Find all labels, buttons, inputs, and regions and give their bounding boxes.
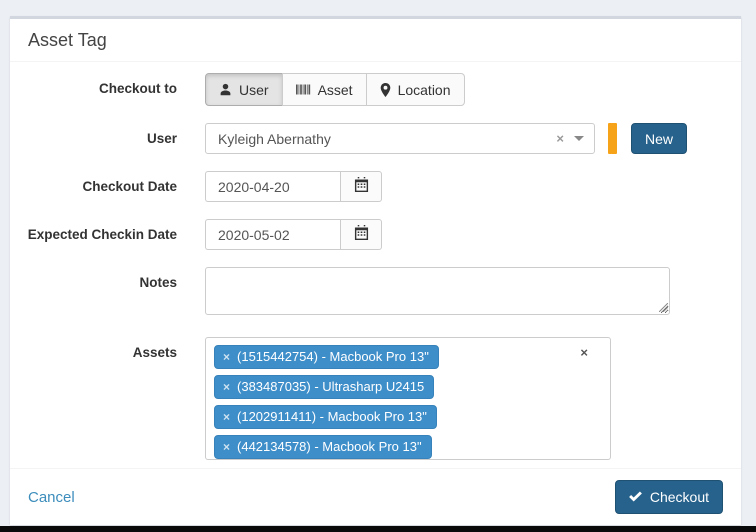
card-footer: Cancel Checkout xyxy=(10,468,741,525)
remove-asset-icon[interactable] xyxy=(223,441,230,453)
checkout-to-location-label: Location xyxy=(398,82,451,98)
checkout-to-asset-button[interactable]: Asset xyxy=(282,73,367,106)
asset-tag-chip: (1515442754) - Macbook Pro 13" xyxy=(214,345,439,369)
asset-tag-chip: (1202911411) - Macbook Pro 13" xyxy=(214,405,437,429)
remove-asset-icon[interactable] xyxy=(223,381,230,393)
checkout-button-label: Checkout xyxy=(650,489,709,505)
asset-tag-label: (1515442754) - Macbook Pro 13" xyxy=(237,349,429,364)
barcode-icon xyxy=(296,83,311,96)
cancel-link[interactable]: Cancel xyxy=(28,489,75,506)
clear-user-icon[interactable] xyxy=(556,132,564,145)
checkout-to-user-label: User xyxy=(239,82,269,98)
calendar-icon xyxy=(354,177,369,197)
clear-all-assets-icon[interactable] xyxy=(580,346,588,359)
user-icon xyxy=(219,83,232,96)
expected-checkin-date-input[interactable] xyxy=(205,219,340,250)
remove-asset-icon[interactable] xyxy=(223,411,230,423)
page-title: Asset Tag xyxy=(28,30,723,51)
check-icon xyxy=(629,489,642,505)
checkout-to-user-button[interactable]: User xyxy=(205,73,283,106)
expected-checkin-date-row: Expected Checkin Date xyxy=(10,219,741,250)
checkout-type-button-group: User Asset Location xyxy=(205,73,465,106)
user-label: User xyxy=(10,123,177,146)
checkout-form: Checkout to User Asset xyxy=(10,62,741,468)
assets-multiselect[interactable]: (1515442754) - Macbook Pro 13" (38348703… xyxy=(205,337,611,460)
new-user-button[interactable]: New xyxy=(631,123,687,154)
assets-row: Assets (1515442754) - Macbook Pro 13" (3… xyxy=(10,337,741,460)
asset-tag-label: (1202911411) - Macbook Pro 13" xyxy=(237,409,427,424)
user-row: User Kyleigh Abernathy New xyxy=(10,123,741,154)
checkout-to-row: Checkout to User Asset xyxy=(10,73,741,106)
checkout-to-location-button[interactable]: Location xyxy=(366,73,465,106)
location-pin-icon xyxy=(380,83,391,97)
new-user-button-label: New xyxy=(645,131,673,147)
bottom-edge-bar xyxy=(0,526,756,532)
checkout-date-calendar-button[interactable] xyxy=(340,171,382,202)
asset-tag-label: (442134578) - Macbook Pro 13" xyxy=(237,439,422,454)
required-accent-bar xyxy=(608,123,617,154)
checkout-to-asset-label: Asset xyxy=(318,82,353,98)
checkout-date-row: Checkout Date xyxy=(10,171,741,202)
notes-textarea[interactable] xyxy=(205,267,670,315)
notes-row: Notes xyxy=(10,267,741,320)
remove-asset-icon[interactable] xyxy=(223,351,230,363)
asset-tag-chip: (383487035) - Ultrasharp U2415 xyxy=(214,375,434,399)
card-header: Asset Tag xyxy=(10,19,741,62)
checkout-date-label: Checkout Date xyxy=(10,171,177,194)
user-select[interactable]: Kyleigh Abernathy xyxy=(205,123,595,154)
asset-tag-label: (383487035) - Ultrasharp U2415 xyxy=(237,379,424,394)
checkout-date-input[interactable] xyxy=(205,171,340,202)
user-selected-value: Kyleigh Abernathy xyxy=(218,131,556,147)
expected-checkin-date-calendar-button[interactable] xyxy=(340,219,382,250)
checkout-to-label: Checkout to xyxy=(10,73,177,96)
checkout-form-card: Asset Tag Checkout to User xyxy=(10,16,741,525)
calendar-icon xyxy=(354,225,369,245)
chevron-down-icon xyxy=(574,136,584,141)
expected-checkin-date-label: Expected Checkin Date xyxy=(10,219,177,242)
checkout-button[interactable]: Checkout xyxy=(615,480,723,514)
asset-tag-chip: (442134578) - Macbook Pro 13" xyxy=(214,435,432,459)
assets-label: Assets xyxy=(10,337,177,360)
notes-label: Notes xyxy=(10,267,177,290)
